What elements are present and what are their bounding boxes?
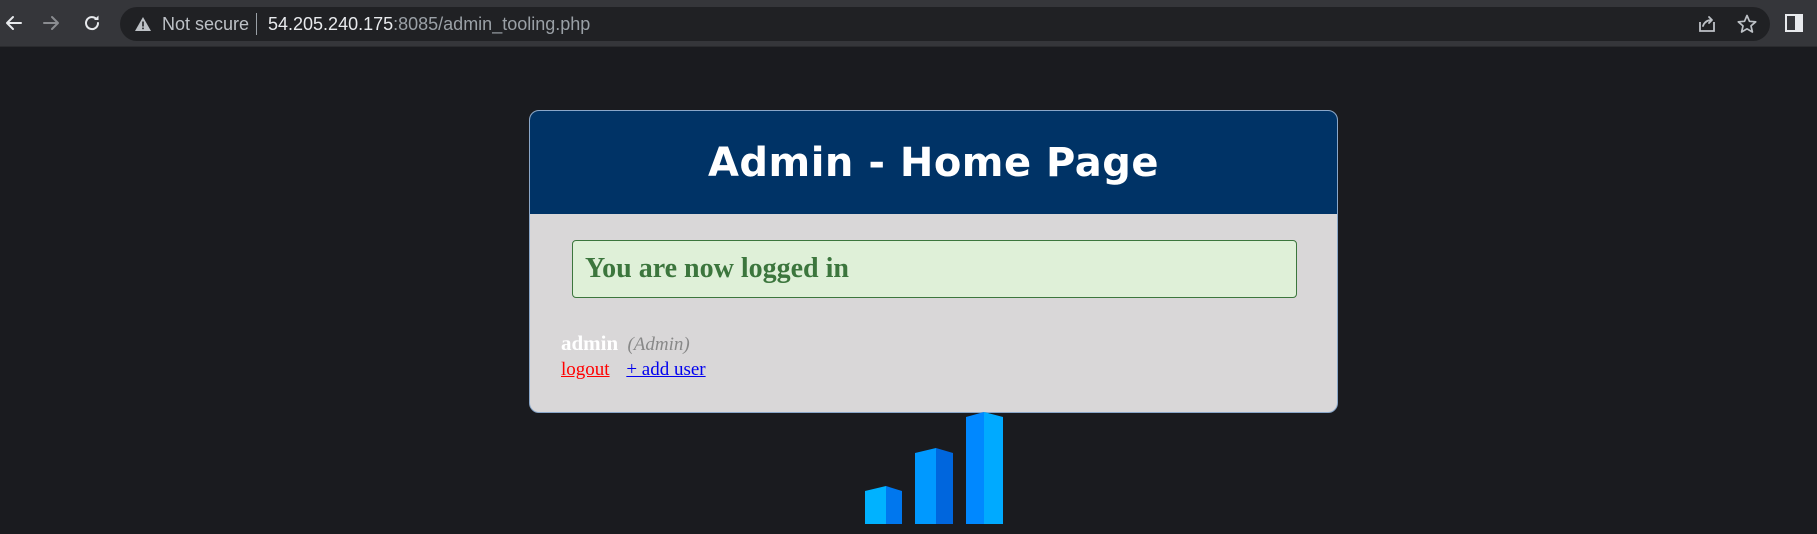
user-links: logout + add user xyxy=(561,359,706,381)
username: admin xyxy=(561,331,619,355)
reload-icon xyxy=(85,15,100,31)
logout-link[interactable]: logout xyxy=(561,359,610,380)
forward-button[interactable] xyxy=(37,8,65,38)
success-alert: You are now logged in xyxy=(572,240,1297,298)
forward-arrow-icon xyxy=(43,16,59,30)
success-message: You are now logged in xyxy=(585,253,849,284)
admin-card: Admin - Home Page You are now logged in … xyxy=(529,110,1338,413)
back-arrow-icon xyxy=(6,16,22,30)
card-header: Admin - Home Page xyxy=(530,111,1337,214)
share-icon[interactable] xyxy=(1696,13,1718,35)
address-bar[interactable]: Not secure 54.205.240.175:8085/admin_too… xyxy=(120,7,1770,41)
security-label[interactable]: Not secure xyxy=(162,14,249,34)
star-icon[interactable] xyxy=(1736,13,1758,35)
user-role: (Admin) xyxy=(627,334,690,355)
user-info: admin (Admin) xyxy=(561,331,690,356)
side-panel-icon[interactable] xyxy=(1783,12,1805,34)
url-path: :8085/admin_tooling.php xyxy=(393,14,591,34)
reload-button[interactable] xyxy=(78,8,106,38)
bar-logo-icon xyxy=(865,412,1003,524)
back-button[interactable] xyxy=(0,8,28,38)
browser-toolbar: Not secure 54.205.240.175:8085/admin_too… xyxy=(0,0,1817,47)
page-title: Admin - Home Page xyxy=(707,139,1160,186)
warning-icon[interactable] xyxy=(134,15,152,33)
add-user-link[interactable]: + add user xyxy=(626,359,705,380)
url-text[interactable]: 54.205.240.175:8085/admin_tooling.php xyxy=(268,14,590,34)
url-separator xyxy=(256,13,257,35)
url-host: 54.205.240.175 xyxy=(268,14,394,34)
